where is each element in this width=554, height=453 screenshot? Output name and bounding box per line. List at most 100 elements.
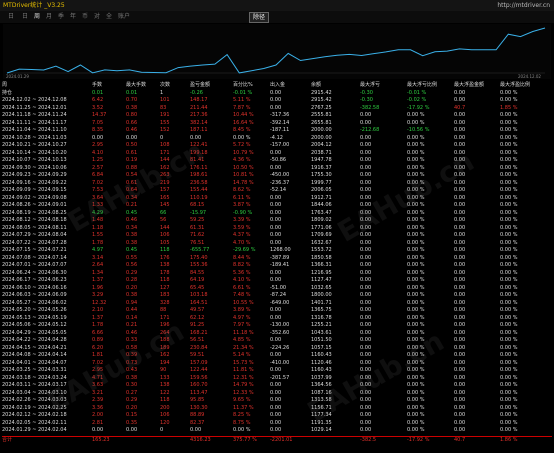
cell: 164.51: [190, 299, 208, 306]
cell: 2024.04.01 ~ 2024.04.07: [2, 359, 67, 366]
cell: -352.60: [270, 329, 290, 336]
cell: 0.00: [92, 427, 104, 433]
cell: 120: [160, 419, 170, 426]
filter-button[interactable]: 除径: [249, 12, 270, 23]
cell: 0.29: [126, 397, 138, 403]
table-row: 2024.02.19 ~ 2024.02.25 3.36 0.20 200 130.30…: [2, 405, 552, 413]
cell: 0.00 %: [407, 262, 425, 268]
cell: 0.94: [126, 299, 138, 306]
cell: 0.00: [454, 367, 466, 373]
cell: 0.00: [360, 172, 372, 178]
cell: -655.77: [190, 247, 210, 253]
cell: 4.36 %: [233, 157, 251, 163]
tab-7[interactable]: 对: [94, 11, 100, 23]
cell: 40.7: [454, 104, 466, 111]
cell: 0.38: [126, 239, 138, 246]
website-link[interactable]: http://mtdriver.cn: [497, 0, 550, 11]
tab-0[interactable]: 日: [8, 11, 14, 23]
cell: 次数: [160, 82, 171, 88]
cell: 2000.00: [311, 127, 332, 133]
cell: 5.11 %: [233, 97, 251, 103]
cell: 7.87 %: [233, 104, 251, 111]
cell: 0.00: [454, 314, 466, 321]
cell: 0.20: [126, 404, 138, 411]
cell: 0.28: [126, 277, 138, 283]
table-row: 2024.06.03 ~ 2024.06.09 3.29 0.38 183 103.18…: [2, 292, 552, 300]
cell: 0.00 %: [407, 112, 425, 118]
cell: 0.46: [126, 217, 138, 223]
table-row: 2024.04.29 ~ 2024.05.05 6.66 0.46 264 168.21…: [2, 330, 552, 338]
cell: 127: [160, 284, 170, 291]
cell: 2024.04.29 ~ 2024.05.05: [2, 329, 67, 336]
cell: 1912.71: [311, 194, 332, 201]
cell: 0.00: [270, 382, 282, 388]
tab-5[interactable]: 年: [70, 11, 76, 23]
cell: 0.00 %: [500, 329, 518, 336]
cell: 0.50: [126, 142, 138, 148]
cell: 0.00: [454, 404, 466, 411]
cell: 0.00: [454, 247, 466, 253]
cell: 0.00: [454, 374, 466, 381]
cell: 1216.95: [311, 269, 332, 276]
tab-4[interactable]: 季: [58, 11, 64, 23]
cell: 0.00: [360, 179, 372, 186]
cell: 盈亏金额: [190, 82, 211, 88]
cell: 0.00: [270, 389, 282, 396]
cell: 0.00: [454, 232, 466, 238]
cell: 2024.11.11 ~ 2024.11.17: [2, 119, 67, 126]
cell: 118: [160, 397, 170, 403]
cell: 8.75 %: [233, 419, 251, 426]
cell: 0.00 %: [407, 427, 425, 433]
cell: 0.00: [270, 269, 282, 276]
cell: 0.00: [454, 254, 466, 261]
table-row: 2024.02.12 ~ 2024.02.18 2.00 0.15 106 88.89 8…: [2, 412, 552, 420]
cell: 5.14 %: [233, 352, 251, 358]
table-row: 2024.11.18 ~ 2024.11.24 14.37 0.80 191 217.3…: [2, 112, 552, 120]
cell: -87.24: [270, 292, 287, 298]
cell: 165.23: [92, 436, 110, 443]
tab-2[interactable]: 周: [34, 11, 40, 23]
cell: 2024.07.29 ~ 2024.08.04: [2, 232, 67, 238]
cell: 7.05: [92, 119, 104, 126]
cell: 113.47: [190, 389, 208, 396]
cell: 0.35: [126, 419, 138, 426]
cell: 1.55: [92, 232, 104, 238]
cell: 0.19: [126, 157, 138, 163]
cell: 4.97: [92, 247, 104, 253]
cell: 最大手数: [126, 82, 147, 88]
cell: 1120.46: [311, 359, 332, 366]
tab-6[interactable]: 币: [82, 11, 88, 23]
cell: -50.86: [270, 157, 287, 163]
cell: 1916.37: [311, 164, 332, 171]
cell: 1763.47: [311, 209, 332, 216]
tab-9[interactable]: 账户: [118, 11, 130, 23]
cell: -0.30: [360, 97, 373, 103]
cell: 0.00: [360, 269, 372, 276]
cell: 手数: [92, 82, 103, 88]
cell: 15.73 %: [233, 359, 254, 366]
cell: 2.64: [92, 262, 104, 268]
cell: 0.00: [360, 292, 372, 298]
cell: 6.66: [92, 329, 104, 336]
tab-8[interactable]: 全: [106, 11, 112, 23]
cell: 168.21: [190, 329, 208, 336]
cell: 217.36: [190, 112, 208, 118]
cell: 2024.02.05 ~ 2024.02.11: [2, 419, 67, 426]
cell: 0.00: [270, 427, 282, 433]
cell: 0.00 %: [500, 134, 518, 141]
cell: 175.40: [190, 254, 208, 261]
cell: 0.00 %: [407, 397, 425, 403]
cell: 14.37: [92, 112, 107, 118]
cell: 2024.09.16 ~ 2024.09.22: [2, 179, 67, 186]
cell: 0.38: [126, 104, 138, 111]
tab-1[interactable]: 日: [22, 11, 28, 23]
cell: 0.15: [126, 412, 138, 418]
cell: 2024.07.01 ~ 2024.07.07: [2, 262, 67, 268]
cell: 2024.08.26 ~ 2024.09.01: [2, 202, 67, 208]
cell: -52.14: [270, 187, 287, 193]
tab-3[interactable]: 月: [46, 11, 52, 23]
cell: 0.00 %: [500, 307, 518, 313]
cell: 0.00: [360, 112, 372, 118]
cell: 382.14: [190, 119, 208, 126]
cell: 0.00 %: [500, 427, 518, 433]
